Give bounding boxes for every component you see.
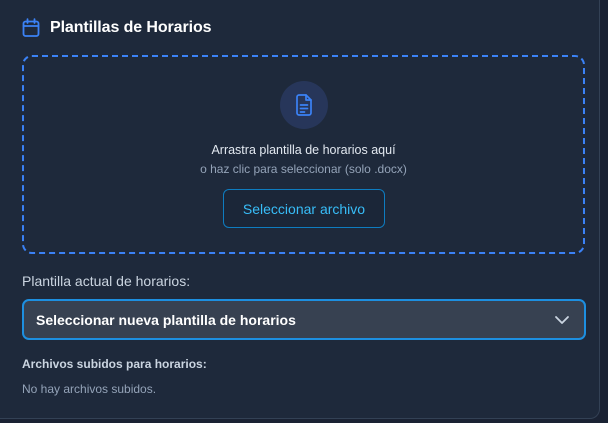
current-template-label: Plantilla actual de horarios: xyxy=(22,273,191,289)
dropzone-instruction: Arrastra plantilla de horarios aquí xyxy=(211,143,396,157)
chevron-down-icon xyxy=(555,316,569,324)
panel-header: Plantillas de Horarios xyxy=(22,18,212,38)
document-icon xyxy=(296,94,312,116)
no-files-message: No hay archivos subidos. xyxy=(22,382,157,396)
panel-title: Plantillas de Horarios xyxy=(50,19,212,36)
document-icon-badge xyxy=(280,81,328,129)
template-select[interactable]: Seleccionar nueva plantilla de horarios xyxy=(22,299,586,340)
schedule-templates-panel: Plantillas de Horarios Arrastra plantill… xyxy=(0,0,600,419)
select-file-button[interactable]: Seleccionar archivo xyxy=(223,189,385,228)
file-dropzone[interactable]: Arrastra plantilla de horarios aquí o ha… xyxy=(22,55,585,254)
uploaded-files-label: Archivos subidos para horarios: xyxy=(22,357,207,371)
dropzone-hint: o haz clic para seleccionar (solo .docx) xyxy=(200,162,407,176)
calendar-icon xyxy=(22,18,40,37)
template-select-value: Seleccionar nueva plantilla de horarios xyxy=(36,311,296,328)
